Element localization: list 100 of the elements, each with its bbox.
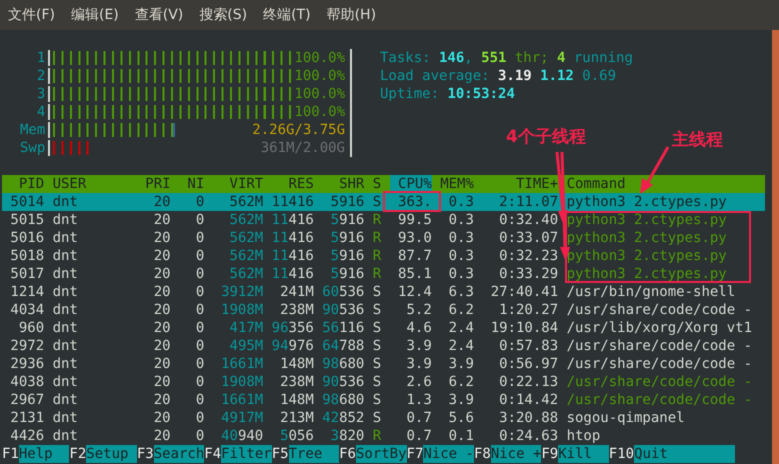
column-header[interactable]: SHR [322,175,364,193]
column-header[interactable]: VIRT [212,175,264,193]
function-key: F6 [339,445,356,463]
menu-item[interactable]: 文件(F) [0,6,63,24]
menu-item[interactable]: 编辑(E) [62,6,127,24]
process-row[interactable]: 2972 dnt 20 0 495M 94976 64788 S 3.9 2.4 0:57.83 /usr/share/code/code - [2,337,765,355]
table-cell-text: 2131 [9,411,44,425]
table-cell-text: 562M [228,195,264,209]
process-row[interactable]: 4038 dnt 20 0 1908M 238M 90536 S 2.6 6.2 0:22.13 /usr/share/code/code - [2,373,765,391]
table-cell-text: dnt [52,195,79,209]
column-header[interactable]: USER [52,175,137,193]
table-cell-text: 3.9 [448,393,474,407]
process-row[interactable]: 5015 dnt 20 0 562M 11416 5916 R 99.5 0.3 0:32.40 python3 2.ctypes.py [2,211,765,229]
table-cell-text: 2.4 [448,321,474,335]
meter-reading: 100.0% [294,49,352,67]
stat-label: running [574,49,633,67]
table-cell: 11416 [272,213,314,227]
stat-value: 551 [481,49,506,67]
menu-item[interactable]: 终端(T) [255,6,319,24]
stat-label: Uptime: [380,85,440,103]
table-cell-text: 27:40.41 [490,285,558,299]
table-cell-text: dnt [52,303,79,317]
table-cell-text: 20 [152,249,171,263]
menu-item[interactable]: 帮助(H) [318,6,384,24]
function-key-button[interactable]: Search [154,445,204,463]
function-key: F2 [69,445,86,463]
process-row[interactable]: 2936 dnt 20 0 1661M 148M 98680 S 3.9 3.9 0:56.97 /usr/share/code/code - [2,355,765,373]
table-cell-text: 238M [279,303,314,317]
process-row[interactable]: 4426 dnt 20 0 40940 5056 3820 R 0.7 0.1 0:24.63 htop [2,427,765,445]
process-row[interactable]: 1214 dnt 20 0 3912M 241M 60536 S 12.4 6.3 27:40.41 /usr/bin/gnome-shell [2,283,765,301]
table-cell-text: 1214 [9,285,44,299]
table-cell-text: 20 [152,303,171,317]
table-cell-text: 3820 [330,429,364,443]
table-cell-text: dnt [52,357,79,371]
table-cell-text: 2:11.07 [498,195,558,209]
table-cell: 11416 [272,249,314,263]
table-cell-text: 0:14.42 [498,393,558,407]
column-header[interactable]: Command [566,175,765,193]
table-cell-text: dnt [52,393,79,407]
column-header[interactable]: S [372,175,382,193]
table-cell-text: 1661M [220,393,264,407]
process-row[interactable]: 960 dnt 20 0 417M 96356 56116 S 4.6 2.4 19:10.84 /usr/lib/xorg/Xorg vt1 [2,319,765,337]
table-cell-text: 495M [228,339,264,353]
function-key-button[interactable]: Help [18,445,70,463]
table-cell-text: 0 [194,195,204,209]
table-cell-text: 5916 [330,213,364,227]
function-key-button[interactable]: Quit [634,445,736,463]
table-cell: 98680 [322,393,364,407]
table-cell-text: 6.2 [448,375,474,389]
table-cell: 90536 [322,303,364,317]
table-cell-text: python3 2.ctypes.py [566,213,728,227]
stat-value: 3.19 [498,67,532,85]
table-cell-text: 148M [279,393,314,407]
table-cell-text: 5014 [9,195,44,209]
table-cell-text: 0:22.13 [498,375,558,389]
table-cell-text: 6.2 [448,303,474,317]
table-cell: S [372,393,382,407]
table-cell-text: 20 [152,411,171,425]
process-row[interactable]: 5014 dnt 20 0 562M 11416 5916 S 363. 0.3 2:11.07 python3 2.ctypes.py [2,193,765,211]
table-cell-text: 5916 [330,195,364,209]
table-cell-text: 19:10.84 [490,321,558,335]
process-row[interactable]: 2131 dnt 20 0 4917M 213M 42852 S 0.7 5.6 3:20.88 sogou-qimpanel [2,409,765,427]
table-cell-text: 5017 [9,267,44,281]
table-cell: R [372,231,382,245]
process-row[interactable]: 5017 dnt 20 0 562M 11416 5916 R 85.1 0.3 0:33.29 python3 2.ctypes.py [2,265,765,283]
table-cell: R [372,267,382,281]
table-cell: 56116 [322,321,364,335]
column-header[interactable]: TIME+ [482,175,558,193]
table-cell-text: 1908M [220,303,264,317]
column-header[interactable]: PID [2,175,44,193]
table-cell-text: 0:24.63 [498,429,558,443]
function-key-button[interactable]: SortBy [356,445,407,463]
function-key-button[interactable]: Setup [86,445,137,463]
table-cell-text: python3 2.ctypes.py [566,195,728,209]
table-cell-text: 0.7 [405,411,432,425]
function-key-button[interactable]: Nice + [490,445,542,463]
table-cell-text: 0.1 [448,429,474,443]
process-row[interactable]: 2967 dnt 20 0 1661M 148M 98680 S 1.3 3.9 0:14.42 /usr/share/code/code - [2,391,765,409]
table-cell-text: 4917M [220,411,264,425]
column-header[interactable]: NI [178,175,204,193]
table-cell-text: dnt [52,375,79,389]
table-cell-text: 99.5 [397,213,432,227]
process-row[interactable]: 5016 dnt 20 0 562M 11416 5916 R 93.0 0.3 0:33.07 python3 2.ctypes.py [2,229,765,247]
menu-item[interactable]: 查看(V) [126,6,192,24]
meter-label: 3 [36,85,46,103]
table-cell: 11416 [272,267,314,281]
table-cell-text: 3.9 [405,357,432,371]
function-key-button[interactable]: Kill [558,445,609,463]
menu-item[interactable]: 搜索(S) [191,6,256,24]
column-header[interactable]: MEM% [440,175,474,193]
table-cell-text: 0 [194,213,204,227]
table-cell-text: 4038 [9,375,44,389]
column-header[interactable]: PRI [145,175,171,193]
function-key: F7 [406,445,424,463]
stat-label: Tasks: [380,49,431,67]
process-row[interactable]: 5018 dnt 20 0 562M 11416 5916 R 87.7 0.3 0:32.23 python3 2.ctypes.py [2,247,765,265]
process-row[interactable]: 4034 dnt 20 0 1908M 238M 90536 S 5.2 6.2 1:20.27 /usr/share/code/code - [2,301,765,319]
function-key-button[interactable]: Nice - [423,445,474,463]
column-header[interactable]: RES [272,175,314,193]
function-key-button[interactable]: Filter [221,445,272,463]
